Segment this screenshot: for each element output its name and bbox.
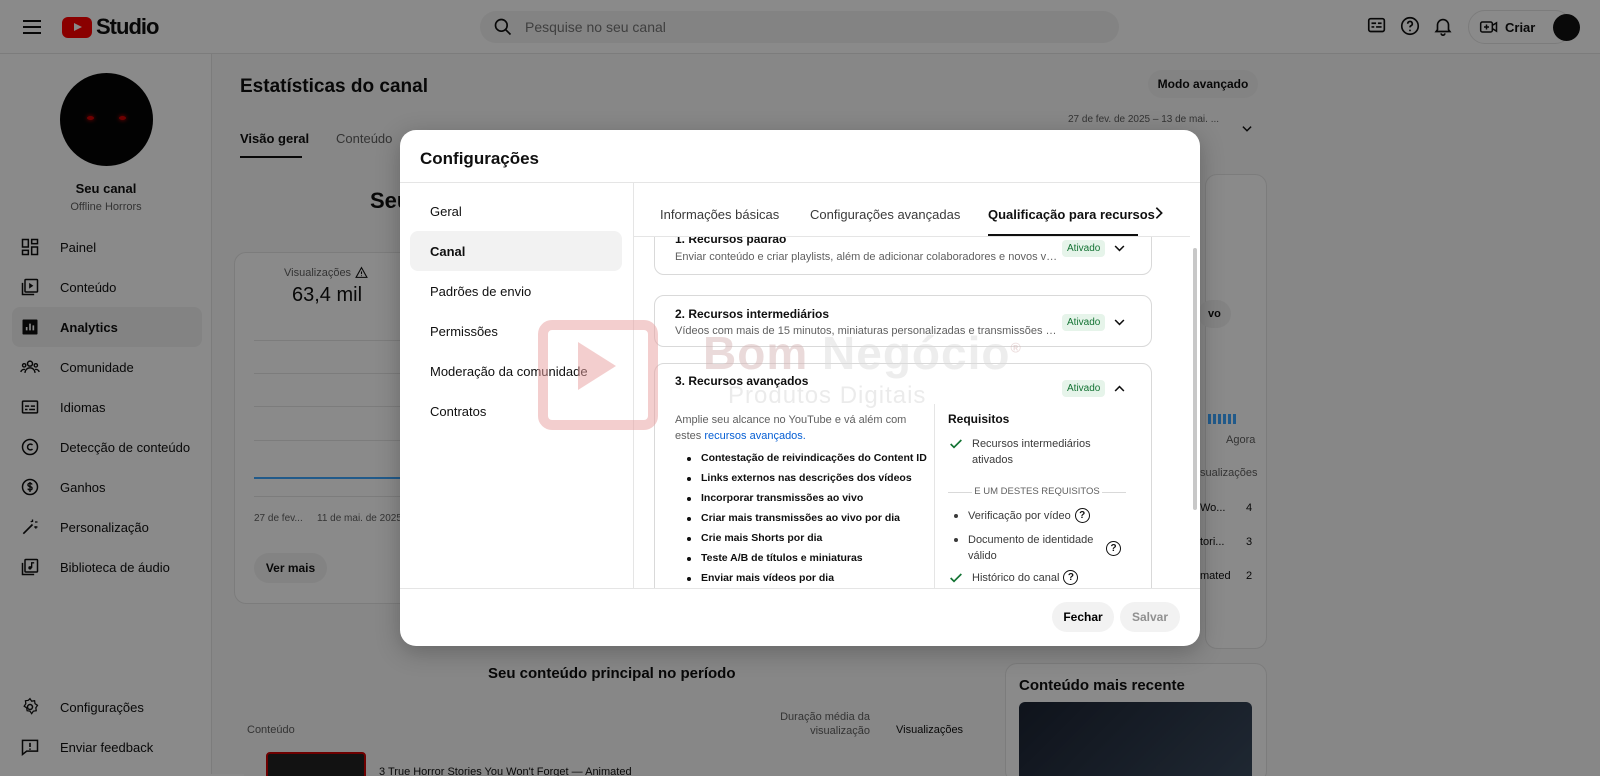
requirements-title: Requisitos <box>948 412 1010 426</box>
tab-informacoes-basicas[interactable]: Informações básicas <box>660 207 779 222</box>
chevron-down-icon[interactable] <box>1112 315 1127 330</box>
status-badge: Ativado <box>1062 380 1106 397</box>
settings-dialog: Configurações Geral Canal Padrões de env… <box>400 130 1200 646</box>
section-title: 1. Recursos padrão <box>675 237 787 246</box>
advanced-intro: Amplie seu alcance no YouTube e vá além … <box>675 412 930 444</box>
chevron-down-icon[interactable] <box>1112 241 1127 256</box>
scrollbar[interactable] <box>1193 248 1197 510</box>
requirement-text: Histórico do canal <box>972 572 1060 584</box>
requirement-met: Recursos intermediários ativados <box>948 436 1122 468</box>
settings-nav-moderacao[interactable]: Moderação da comunidade <box>410 351 622 391</box>
section-recursos-avancados[interactable]: 3. Recursos avançados Ativado Amplie seu… <box>654 363 1152 588</box>
settings-nav-contratos[interactable]: Contratos <box>410 391 622 431</box>
list-item: Criar mais transmissões ao vivo por dia <box>685 512 927 532</box>
close-button[interactable]: Fechar <box>1052 602 1114 632</box>
requirement-text: Documento de identidade válido <box>968 534 1094 562</box>
divider <box>934 404 935 588</box>
list-item: Enviar mais vídeos por dia <box>685 572 927 588</box>
dialog-title: Configurações <box>420 149 540 168</box>
section-description: Vídeos com mais de 15 minutos, miniatura… <box>675 325 1060 337</box>
settings-nav-permissoes[interactable]: Permissões <box>410 311 622 351</box>
help-icon[interactable]: ? <box>1074 508 1090 523</box>
advanced-features-link[interactable]: recursos avançados. <box>704 430 806 442</box>
help-icon[interactable]: ? <box>1063 570 1079 585</box>
list-item: Contestação de reivindicações do Content… <box>685 452 927 472</box>
or-divider: E UM DESTES REQUISITOS <box>948 486 1126 497</box>
help-icon[interactable]: ? <box>1106 541 1121 556</box>
list-item: Crie mais Shorts por dia <box>685 532 927 552</box>
settings-nav-geral[interactable]: Geral <box>410 191 622 231</box>
settings-nav-padroes-envio[interactable]: Padrões de envio <box>410 271 622 311</box>
requirement-text: Verificação por vídeo <box>968 510 1071 522</box>
list-item: Links externos nas descrições dos vídeos <box>685 472 927 492</box>
check-icon <box>950 573 962 583</box>
feature-list: Contestação de reivindicações do Content… <box>685 452 927 588</box>
divider <box>400 182 1200 183</box>
section-description: Enviar conteúdo e criar playlists, além … <box>675 251 1060 263</box>
settings-nav-canal[interactable]: Canal <box>410 231 622 271</box>
section-title: 3. Recursos avançados <box>675 374 809 388</box>
list-item: Incorporar transmissões ao vivo <box>685 492 927 512</box>
section-recursos-intermediarios[interactable]: 2. Recursos intermediários Vídeos com ma… <box>654 295 1152 347</box>
requirement-text: Recursos intermediários ativados <box>972 438 1091 466</box>
check-icon <box>950 439 962 449</box>
save-button[interactable]: Salvar <box>1120 602 1180 632</box>
status-badge: Ativado <box>1062 314 1106 331</box>
bullet <box>954 538 958 542</box>
chevron-up-icon[interactable] <box>1112 381 1127 396</box>
requirement-option: Documento de identidade válido ? <box>948 532 1121 564</box>
requirement-option: Verificação por vídeo ? <box>948 508 1090 524</box>
list-item: Teste A/B de títulos e miniaturas <box>685 552 927 572</box>
tab-configuracoes-avancadas[interactable]: Configurações avançadas <box>810 207 960 222</box>
divider <box>400 588 1200 589</box>
bullet <box>954 514 958 518</box>
status-badge: Ativado <box>1062 240 1106 257</box>
eligibility-content[interactable]: 1. Recursos padrão Enviar conteúdo e cri… <box>634 237 1190 588</box>
section-recursos-padrao[interactable]: 1. Recursos padrão Enviar conteúdo e cri… <box>654 237 1152 275</box>
tab-qualificacao-recursos[interactable]: Qualificação para recursos <box>988 207 1155 222</box>
requirement-met: Histórico do canal ? <box>948 570 1079 586</box>
chevron-right-icon[interactable] <box>1151 205 1167 221</box>
section-title: 2. Recursos intermediários <box>675 307 830 321</box>
